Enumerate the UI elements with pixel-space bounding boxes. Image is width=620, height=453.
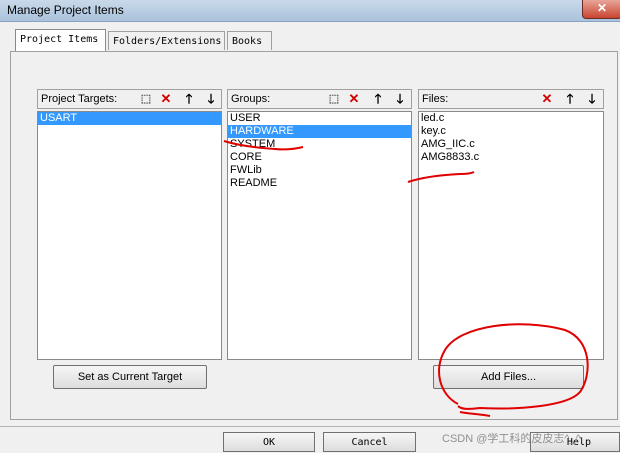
title-bar: Manage Project Items (0, 0, 620, 22)
add-files-button[interactable]: Add Files... (433, 365, 584, 389)
bottom-divider (0, 426, 620, 427)
targets-label: Project Targets: (41, 93, 118, 105)
move-up-group-icon[interactable]: 🡑 (369, 91, 387, 107)
move-down-file-icon[interactable]: 🡓 (583, 91, 601, 107)
list-item-key-c[interactable]: key.c (419, 125, 603, 138)
targets-header: Project Targets: ⬚ ✕ 🡑 🡓 (37, 89, 222, 109)
cancel-button[interactable]: Cancel (323, 432, 416, 452)
groups-label: Groups: (231, 93, 271, 105)
list-item-led-c[interactable]: led.c (419, 112, 603, 125)
list-item-core[interactable]: CORE (228, 151, 411, 164)
files-label: Files: (422, 93, 449, 105)
files-header: Files: ✕ 🡑 🡓 (418, 89, 604, 109)
window-title: Manage Project Items (7, 3, 124, 17)
move-up-file-icon[interactable]: 🡑 (561, 91, 579, 107)
delete-target-icon[interactable]: ✕ (157, 91, 175, 107)
groups-list[interactable]: USER HARDWARE SYSTEM CORE FWLib README (227, 111, 412, 360)
tab-books[interactable]: Books (227, 31, 272, 50)
list-item-fwlib[interactable]: FWLib (228, 164, 411, 177)
tab-folders-extensions[interactable]: Folders/Extensions (108, 31, 225, 50)
list-item-hardware[interactable]: HARDWARE (228, 125, 411, 138)
files-list[interactable]: led.c key.c AMG_IIC.c AMG8833.c (418, 111, 604, 360)
list-item-readme[interactable]: README (228, 177, 411, 190)
list-item-usart[interactable]: USART (38, 112, 221, 125)
new-target-icon[interactable]: ⬚ (137, 91, 155, 107)
set-current-target-button[interactable]: Set as Current Target (53, 365, 207, 389)
list-item-user[interactable]: USER (228, 112, 411, 125)
move-down-target-icon[interactable]: 🡓 (202, 91, 220, 107)
ok-button[interactable]: OK (223, 432, 315, 452)
new-group-icon[interactable]: ⬚ (325, 91, 343, 107)
list-item-amg-iic-c[interactable]: AMG_IIC.c (419, 138, 603, 151)
files-pane: Files: ✕ 🡑 🡓 led.c key.c AMG_IIC.c AMG88… (418, 89, 604, 360)
close-button[interactable]: ✕ (582, 0, 620, 19)
watermark: CSDN @学工科的皮皮志^_^ (442, 433, 581, 445)
tab-project-items[interactable]: Project Items (15, 29, 106, 51)
delete-group-icon[interactable]: ✕ (345, 91, 363, 107)
move-up-target-icon[interactable]: 🡑 (180, 91, 198, 107)
move-down-group-icon[interactable]: 🡓 (391, 91, 409, 107)
list-item-amg8833-c[interactable]: AMG8833.c (419, 151, 603, 164)
list-item-system[interactable]: SYSTEM (228, 138, 411, 151)
targets-list[interactable]: USART (37, 111, 222, 360)
delete-file-icon[interactable]: ✕ (538, 91, 556, 107)
targets-pane: Project Targets: ⬚ ✕ 🡑 🡓 USART (37, 89, 222, 360)
groups-pane: Groups: ⬚ ✕ 🡑 🡓 USER HARDWARE SYSTEM COR… (227, 89, 412, 360)
groups-header: Groups: ⬚ ✕ 🡑 🡓 (227, 89, 412, 109)
